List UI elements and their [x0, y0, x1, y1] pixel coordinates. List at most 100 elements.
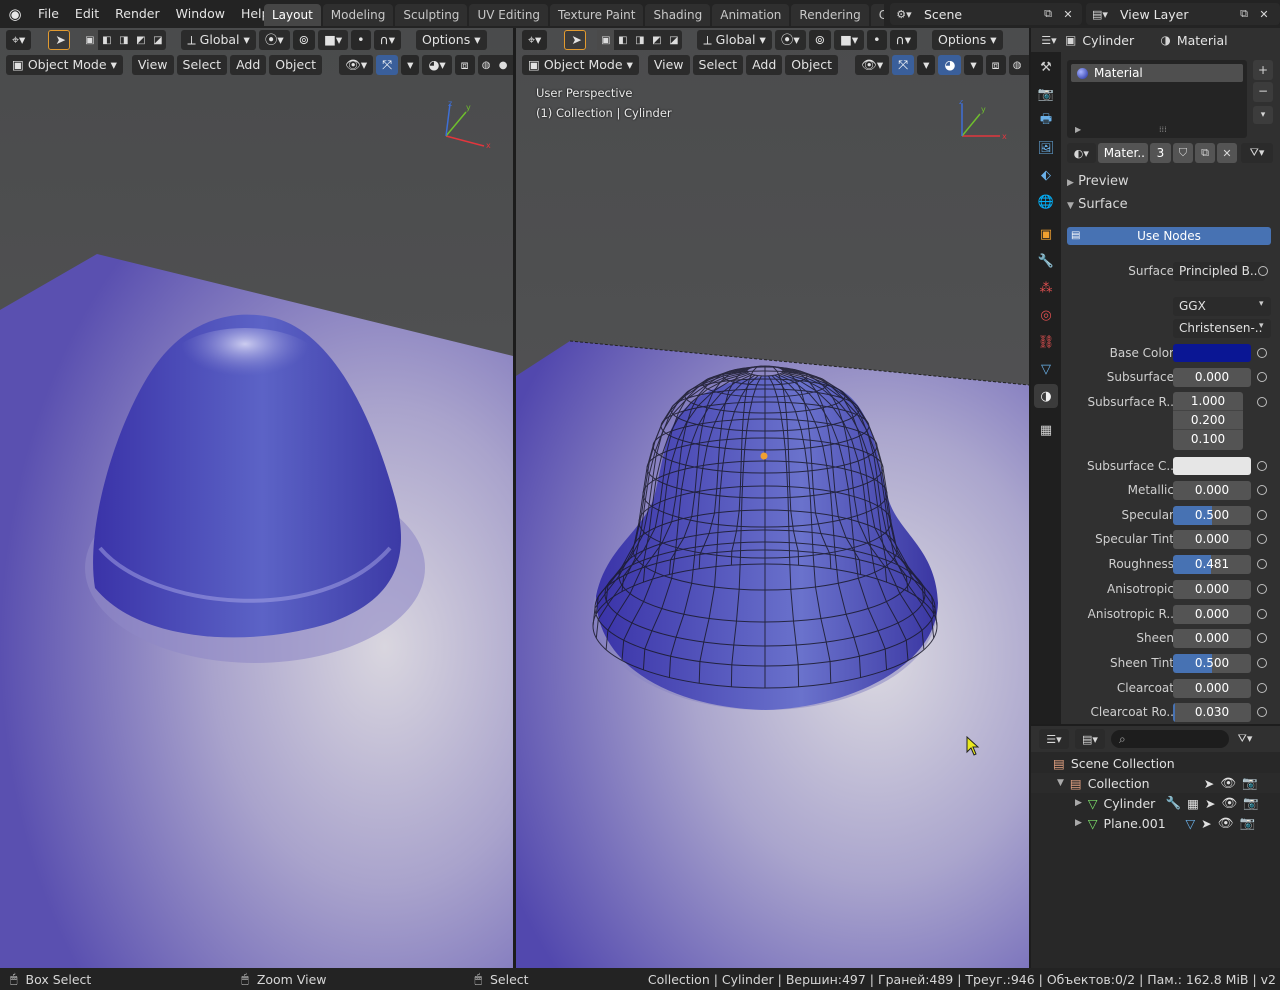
tab-texture-paint[interactable]: Texture Paint: [550, 4, 644, 26]
menu-file[interactable]: File: [30, 1, 67, 27]
collection-row[interactable]: ▼ ▤ Collection ➤ 👁 📷: [1031, 773, 1280, 793]
outliner-search-input[interactable]: ⌕: [1111, 730, 1229, 748]
new-scene-icon[interactable]: ⧉: [1038, 4, 1058, 24]
outliner-row-plane[interactable]: ▶ ▽ Plane.001 ▽ ➤ 👁 📷: [1031, 813, 1280, 833]
display-mode-icon[interactable]: ▤▾: [1075, 729, 1105, 749]
material-slot-list[interactable]: Material ▶ ⁞⁞⁞: [1067, 60, 1247, 138]
mode-intersect-icon-right[interactable]: ◪: [665, 30, 682, 50]
view-layer-tab-icon[interactable]: 🖼: [1034, 136, 1058, 160]
object-mode-dropdown-right[interactable]: ▣ Object Mode ▾: [522, 55, 639, 75]
tab-uv-editing[interactable]: UV Editing: [469, 4, 549, 26]
subsurface-socket-icon[interactable]: [1257, 372, 1267, 382]
modifier-tab-icon[interactable]: 🔧: [1034, 249, 1058, 273]
cylinder-expand-icon[interactable]: ▶: [1075, 798, 1082, 808]
material-name-field[interactable]: Mater..: [1097, 143, 1148, 163]
menu-edit[interactable]: Edit: [67, 1, 107, 27]
tab-modeling[interactable]: Modeling: [322, 4, 394, 26]
menu-add[interactable]: Add: [230, 55, 267, 75]
scene-name[interactable]: Scene: [918, 7, 1038, 22]
tab-sculpting[interactable]: Sculpting: [395, 4, 468, 26]
constraints-tab-icon[interactable]: ⛓: [1034, 330, 1058, 354]
fake-user-icon[interactable]: ⛉: [1173, 143, 1194, 163]
transform-orientation-dropdown-right[interactable]: ⟂ Global ▾: [697, 30, 772, 50]
browse-material-icon[interactable]: ◐▾: [1067, 143, 1096, 163]
material-tab-icon[interactable]: ◑: [1034, 384, 1058, 408]
socket-icon[interactable]: [1257, 485, 1267, 495]
view-layer-icon[interactable]: ▤▾: [1086, 4, 1114, 24]
proportional-edit-icon[interactable]: •: [351, 30, 371, 50]
mode-set-icon[interactable]: ▣: [81, 30, 99, 50]
menu-select-right[interactable]: Select: [692, 55, 744, 75]
pivot-point-icon[interactable]: ⦿▾: [258, 30, 290, 50]
socket-icon[interactable]: [1257, 633, 1267, 643]
properties-editor-icon[interactable]: ☰▾: [1039, 30, 1059, 50]
shader-value-slider[interactable]: 0.000: [1173, 480, 1251, 500]
gizmo-dropdown-icon-right[interactable]: ▾: [917, 55, 936, 75]
menu-view[interactable]: View: [131, 55, 174, 75]
editor-type-button-right[interactable]: ⌖▾: [522, 30, 548, 50]
scene-selector[interactable]: ⚙▾ Scene ⧉ ✕: [890, 3, 1082, 25]
xray-icon-right[interactable]: ⧈: [985, 55, 1006, 75]
socket-icon[interactable]: [1257, 534, 1267, 544]
mode-invert-icon-right[interactable]: ◩: [648, 30, 665, 50]
subsurface-radius-x[interactable]: 1.000: [1173, 392, 1243, 411]
falloff-icon[interactable]: ∩▾: [373, 30, 401, 50]
add-slot-icon[interactable]: +: [1253, 60, 1273, 80]
snap-target-icon-right[interactable]: ■▾: [834, 30, 865, 50]
shader-value-slider[interactable]: 0.000: [1173, 678, 1251, 698]
outliner-row-cylinder[interactable]: ▶ ▽ Cylinder 🔧 ▦ ➤ 👁 📷: [1031, 793, 1280, 813]
shader-value-slider[interactable]: 0.481: [1173, 554, 1251, 574]
resize-grip-icon[interactable]: ⁞⁞⁞: [1159, 125, 1167, 134]
object-tab-icon[interactable]: ▣: [1034, 222, 1058, 246]
outliner-editor-icon[interactable]: ☰▾: [1039, 729, 1069, 749]
modifier-wrench-icon[interactable]: 🔧: [1166, 795, 1182, 811]
surface-shader-dropdown[interactable]: Principled B..: [1173, 261, 1265, 281]
tab-animation[interactable]: Animation: [712, 4, 790, 26]
data-tab-icon[interactable]: ▽: [1034, 357, 1058, 381]
collection-expand-icon[interactable]: ▼: [1057, 778, 1064, 788]
shader-value-slider[interactable]: 0.000: [1173, 579, 1251, 599]
gizmo-toggle-icon[interactable]: ⤧: [376, 55, 399, 75]
socket-icon[interactable]: [1257, 707, 1267, 717]
overlay-icon[interactable]: ◕▾: [422, 55, 452, 75]
shader-value-slider[interactable]: 0.000: [1173, 628, 1251, 648]
remove-scene-icon[interactable]: ✕: [1058, 4, 1078, 24]
material-shading-icon[interactable]: ◐: [512, 55, 513, 75]
tool-tab-icon[interactable]: ⚒: [1034, 55, 1058, 79]
mode-extend-icon-right[interactable]: ◧: [614, 30, 631, 50]
subsurface-method-dropdown[interactable]: Christensen-..: [1173, 318, 1271, 338]
particles-tab-icon[interactable]: ⁂: [1034, 276, 1058, 300]
cylinder-render-icon[interactable]: 📷: [1243, 795, 1259, 811]
tab-rendering[interactable]: Rendering: [791, 4, 869, 26]
unlink-material-icon[interactable]: ✕: [1217, 143, 1238, 163]
base-color-swatch[interactable]: [1173, 344, 1251, 362]
pivot-point-icon-right[interactable]: ⦿▾: [774, 30, 806, 50]
remove-view-layer-icon[interactable]: ✕: [1254, 4, 1274, 24]
menu-object[interactable]: Object: [269, 55, 322, 75]
plane-expand-icon[interactable]: ▶: [1075, 818, 1082, 828]
shader-value-slider[interactable]: 0.500: [1173, 505, 1251, 525]
subsurface-color-swatch[interactable]: [1173, 457, 1251, 475]
menu-view-right[interactable]: View: [647, 55, 690, 75]
surface-socket-icon[interactable]: [1258, 266, 1268, 276]
menu-render[interactable]: Render: [107, 1, 168, 27]
collection-visible-icon[interactable]: 👁: [1220, 775, 1236, 791]
subsurface-radius-y[interactable]: 0.200: [1173, 411, 1243, 430]
subsurface-field[interactable]: 0.000: [1173, 367, 1251, 387]
shader-value-slider[interactable]: 0.000: [1173, 604, 1251, 624]
axis-gizmo-right[interactable]: x y z: [952, 100, 1008, 156]
subsurface-radius-socket-icon[interactable]: [1257, 397, 1267, 407]
select-tool-icon-right[interactable]: ➤: [564, 30, 587, 50]
plane-render-icon[interactable]: 📷: [1240, 815, 1256, 831]
menu-add-right[interactable]: Add: [746, 55, 783, 75]
view-layer-selector[interactable]: ▤▾ View Layer ⧉ ✕: [1086, 3, 1280, 25]
cylinder-material-icon[interactable]: ▦: [1187, 796, 1199, 811]
scene-collection-row[interactable]: ▤ Scene Collection: [1031, 753, 1280, 773]
texture-tab-icon[interactable]: ▦: [1034, 418, 1058, 442]
viewport-right[interactable]: ⌖▾ ➤ ▣ ◧ ◨ ◩ ◪ ⟂ Global ▾ ⦿▾ ⊚ ■▾ • ∩▾ Options…: [516, 28, 1029, 968]
tab-layout[interactable]: Layout: [264, 4, 321, 26]
menu-select[interactable]: Select: [176, 55, 228, 75]
filter-icon[interactable]: ⛛▾: [1235, 729, 1255, 749]
cylinder-visible-icon[interactable]: 👁: [1221, 795, 1237, 811]
mode-extend-icon[interactable]: ◧: [98, 30, 115, 50]
